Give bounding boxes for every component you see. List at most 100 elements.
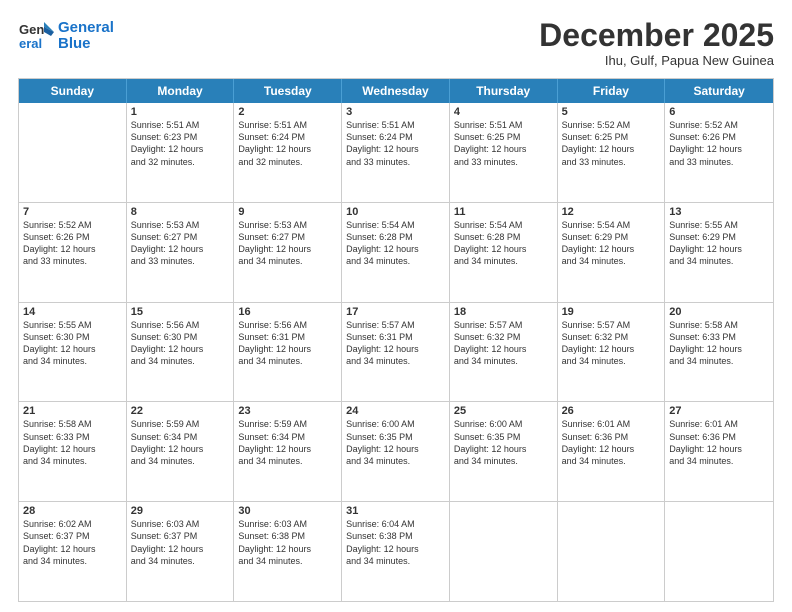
location: Ihu, Gulf, Papua New Guinea: [539, 53, 774, 68]
day-number: 24: [346, 405, 445, 417]
calendar-cell: 26Sunrise: 6:01 AMSunset: 6:36 PMDayligh…: [558, 402, 666, 501]
calendar-cell: 10Sunrise: 5:54 AMSunset: 6:28 PMDayligh…: [342, 203, 450, 302]
header-day-thursday: Thursday: [450, 79, 558, 103]
day-number: 1: [131, 106, 230, 118]
calendar-cell: [558, 502, 666, 601]
cell-info: Sunrise: 5:56 AMSunset: 6:30 PMDaylight:…: [131, 319, 230, 368]
calendar-row-1: 7Sunrise: 5:52 AMSunset: 6:26 PMDaylight…: [19, 202, 773, 302]
calendar-cell: 4Sunrise: 5:51 AMSunset: 6:25 PMDaylight…: [450, 103, 558, 202]
svg-text:eral: eral: [19, 36, 42, 51]
day-number: 17: [346, 306, 445, 318]
cell-info: Sunrise: 5:54 AMSunset: 6:28 PMDaylight:…: [346, 219, 445, 268]
cell-info: Sunrise: 5:52 AMSunset: 6:26 PMDaylight:…: [23, 219, 122, 268]
day-number: 21: [23, 405, 122, 417]
calendar-cell: 6Sunrise: 5:52 AMSunset: 6:26 PMDaylight…: [665, 103, 773, 202]
cell-info: Sunrise: 5:54 AMSunset: 6:28 PMDaylight:…: [454, 219, 553, 268]
calendar-cell: 31Sunrise: 6:04 AMSunset: 6:38 PMDayligh…: [342, 502, 450, 601]
day-number: 20: [669, 306, 769, 318]
cell-info: Sunrise: 5:55 AMSunset: 6:30 PMDaylight:…: [23, 319, 122, 368]
calendar-cell: 17Sunrise: 5:57 AMSunset: 6:31 PMDayligh…: [342, 303, 450, 402]
header-day-friday: Friday: [558, 79, 666, 103]
day-number: 5: [562, 106, 661, 118]
calendar-cell: 14Sunrise: 5:55 AMSunset: 6:30 PMDayligh…: [19, 303, 127, 402]
day-number: 23: [238, 405, 337, 417]
cell-info: Sunrise: 6:04 AMSunset: 6:38 PMDaylight:…: [346, 518, 445, 567]
day-number: 12: [562, 206, 661, 218]
calendar-cell: 28Sunrise: 6:02 AMSunset: 6:37 PMDayligh…: [19, 502, 127, 601]
calendar-cell: 24Sunrise: 6:00 AMSunset: 6:35 PMDayligh…: [342, 402, 450, 501]
title-section: December 2025 Ihu, Gulf, Papua New Guine…: [539, 18, 774, 68]
cell-info: Sunrise: 6:00 AMSunset: 6:35 PMDaylight:…: [346, 418, 445, 467]
cell-info: Sunrise: 6:02 AMSunset: 6:37 PMDaylight:…: [23, 518, 122, 567]
cell-info: Sunrise: 6:03 AMSunset: 6:38 PMDaylight:…: [238, 518, 337, 567]
cell-info: Sunrise: 5:56 AMSunset: 6:31 PMDaylight:…: [238, 319, 337, 368]
cell-info: Sunrise: 6:03 AMSunset: 6:37 PMDaylight:…: [131, 518, 230, 567]
cell-info: Sunrise: 5:57 AMSunset: 6:32 PMDaylight:…: [562, 319, 661, 368]
cell-info: Sunrise: 5:51 AMSunset: 6:25 PMDaylight:…: [454, 119, 553, 168]
calendar-body: 1Sunrise: 5:51 AMSunset: 6:23 PMDaylight…: [19, 103, 773, 601]
calendar-cell: 13Sunrise: 5:55 AMSunset: 6:29 PMDayligh…: [665, 203, 773, 302]
calendar-cell: [450, 502, 558, 601]
day-number: 9: [238, 206, 337, 218]
day-number: 28: [23, 505, 122, 517]
calendar-cell: 3Sunrise: 5:51 AMSunset: 6:24 PMDaylight…: [342, 103, 450, 202]
calendar-row-2: 14Sunrise: 5:55 AMSunset: 6:30 PMDayligh…: [19, 302, 773, 402]
day-number: 11: [454, 206, 553, 218]
day-number: 27: [669, 405, 769, 417]
cell-info: Sunrise: 5:58 AMSunset: 6:33 PMDaylight:…: [23, 418, 122, 467]
calendar-cell: [19, 103, 127, 202]
logo-text: GeneralBlue: [58, 20, 114, 53]
calendar-row-3: 21Sunrise: 5:58 AMSunset: 6:33 PMDayligh…: [19, 401, 773, 501]
day-number: 10: [346, 206, 445, 218]
calendar-row-0: 1Sunrise: 5:51 AMSunset: 6:23 PMDaylight…: [19, 103, 773, 202]
calendar-cell: 12Sunrise: 5:54 AMSunset: 6:29 PMDayligh…: [558, 203, 666, 302]
page: Gen eral GeneralBlue December 2025 Ihu, …: [0, 0, 792, 612]
cell-info: Sunrise: 5:58 AMSunset: 6:33 PMDaylight:…: [669, 319, 769, 368]
calendar-cell: 5Sunrise: 5:52 AMSunset: 6:25 PMDaylight…: [558, 103, 666, 202]
day-number: 26: [562, 405, 661, 417]
calendar-cell: 21Sunrise: 5:58 AMSunset: 6:33 PMDayligh…: [19, 402, 127, 501]
cell-info: Sunrise: 5:53 AMSunset: 6:27 PMDaylight:…: [131, 219, 230, 268]
calendar-cell: 7Sunrise: 5:52 AMSunset: 6:26 PMDaylight…: [19, 203, 127, 302]
cell-info: Sunrise: 6:00 AMSunset: 6:35 PMDaylight:…: [454, 418, 553, 467]
cell-info: Sunrise: 5:51 AMSunset: 6:24 PMDaylight:…: [238, 119, 337, 168]
day-number: 29: [131, 505, 230, 517]
day-number: 13: [669, 206, 769, 218]
calendar-cell: 15Sunrise: 5:56 AMSunset: 6:30 PMDayligh…: [127, 303, 235, 402]
header-day-sunday: Sunday: [19, 79, 127, 103]
day-number: 14: [23, 306, 122, 318]
day-number: 3: [346, 106, 445, 118]
cell-info: Sunrise: 5:55 AMSunset: 6:29 PMDaylight:…: [669, 219, 769, 268]
calendar-cell: 2Sunrise: 5:51 AMSunset: 6:24 PMDaylight…: [234, 103, 342, 202]
calendar-cell: 25Sunrise: 6:00 AMSunset: 6:35 PMDayligh…: [450, 402, 558, 501]
day-number: 6: [669, 106, 769, 118]
calendar-cell: 9Sunrise: 5:53 AMSunset: 6:27 PMDaylight…: [234, 203, 342, 302]
header: Gen eral GeneralBlue December 2025 Ihu, …: [18, 18, 774, 68]
calendar-cell: 23Sunrise: 5:59 AMSunset: 6:34 PMDayligh…: [234, 402, 342, 501]
cell-info: Sunrise: 5:51 AMSunset: 6:23 PMDaylight:…: [131, 119, 230, 168]
day-number: 8: [131, 206, 230, 218]
calendar-cell: 29Sunrise: 6:03 AMSunset: 6:37 PMDayligh…: [127, 502, 235, 601]
header-day-wednesday: Wednesday: [342, 79, 450, 103]
calendar-cell: [665, 502, 773, 601]
header-day-saturday: Saturday: [665, 79, 773, 103]
day-number: 22: [131, 405, 230, 417]
svg-text:Gen: Gen: [19, 22, 44, 37]
calendar-cell: 30Sunrise: 6:03 AMSunset: 6:38 PMDayligh…: [234, 502, 342, 601]
cell-info: Sunrise: 5:57 AMSunset: 6:32 PMDaylight:…: [454, 319, 553, 368]
day-number: 15: [131, 306, 230, 318]
cell-info: Sunrise: 5:59 AMSunset: 6:34 PMDaylight:…: [238, 418, 337, 467]
day-number: 19: [562, 306, 661, 318]
day-number: 7: [23, 206, 122, 218]
calendar-cell: 20Sunrise: 5:58 AMSunset: 6:33 PMDayligh…: [665, 303, 773, 402]
day-number: 4: [454, 106, 553, 118]
cell-info: Sunrise: 6:01 AMSunset: 6:36 PMDaylight:…: [669, 418, 769, 467]
cell-info: Sunrise: 6:01 AMSunset: 6:36 PMDaylight:…: [562, 418, 661, 467]
day-number: 31: [346, 505, 445, 517]
day-number: 25: [454, 405, 553, 417]
calendar-cell: 19Sunrise: 5:57 AMSunset: 6:32 PMDayligh…: [558, 303, 666, 402]
header-day-monday: Monday: [127, 79, 235, 103]
calendar-cell: 27Sunrise: 6:01 AMSunset: 6:36 PMDayligh…: [665, 402, 773, 501]
calendar-cell: 18Sunrise: 5:57 AMSunset: 6:32 PMDayligh…: [450, 303, 558, 402]
cell-info: Sunrise: 5:54 AMSunset: 6:29 PMDaylight:…: [562, 219, 661, 268]
